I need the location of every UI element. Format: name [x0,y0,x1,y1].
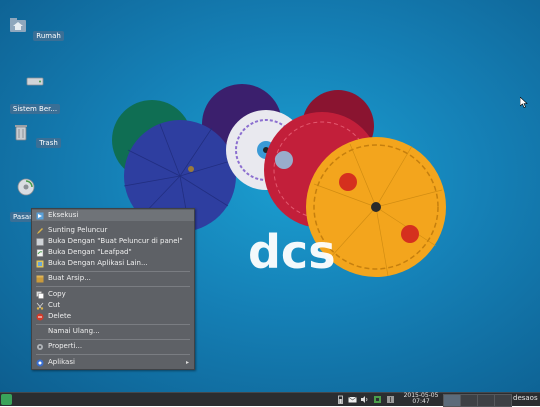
context-menu: Eksekusi Sunting Peluncur Buka Dengan "B… [31,208,195,370]
panel-clock[interactable]: 2015-05-05 07:47 [401,393,441,405]
menu-item-label: Buka Dengan "Buat Peluncur di panel" [48,237,183,245]
desktop-icon-label: Rumah [33,31,64,41]
menu-item-label: Sunting Peluncur [48,226,108,234]
cut-icon [36,302,44,310]
menu-item-buka-dengan-aplikasi-lain[interactable]: Buka Dengan Aplikasi Lain... [32,258,194,269]
workspace-1[interactable] [443,394,461,407]
menu-item-namai-ulang[interactable]: Namai Ulang... [32,326,194,337]
mouse-cursor-icon [520,97,528,108]
menu-item-delete[interactable]: Delete [32,311,194,322]
menu-item-label: Properti... [48,342,83,350]
clock-time: 07:47 [412,398,430,405]
menu-item-label: Namai Ulang... [48,327,100,335]
menu-item-label: Delete [48,312,71,320]
update-icon[interactable] [386,395,395,404]
properties-icon [37,344,43,350]
menu-item-buka-dengan-leafpad[interactable]: Buka Dengan "Leafpad" [32,247,194,258]
desktop-icon-label: Trash [36,138,61,148]
mail-icon[interactable] [348,395,357,404]
volume-icon[interactable] [360,395,369,404]
menu-separator [36,286,190,287]
menu-item-label: Copy [48,290,66,298]
workspace-3[interactable] [477,394,495,407]
panel-icon [36,238,44,246]
menu-item-buka-dengan-panel[interactable]: Buka Dengan "Buat Peluncur di panel" [32,236,194,247]
desktop-icon-trash[interactable]: Trash [6,122,66,149]
folder-home-icon [10,18,27,32]
trash-icon [15,125,28,141]
workspace-2[interactable] [460,394,478,407]
submenu-arrow-icon: ▸ [185,359,189,366]
copy-icon [36,291,44,299]
menu-item-properti[interactable]: Properti... [32,341,194,352]
edit-launcher-icon [37,228,43,234]
applications-icon [36,359,44,367]
leafpad-icon [36,249,44,257]
archive-icon [36,275,44,283]
menu-item-label: Eksekusi [48,211,79,219]
desktop-icon-home[interactable]: Rumah [6,15,66,42]
svg-text:dcs: dcs [248,225,336,279]
open-with-icon [36,260,44,268]
menu-separator [36,339,190,340]
menu-separator [36,271,190,272]
drive-icon [26,77,44,86]
menu-item-label: Buka Dengan "Leafpad" [48,248,132,256]
menu-separator [36,324,190,325]
desktop-icon-label: Sistem Ber... [9,104,61,114]
workspace-4[interactable] [494,394,512,407]
delete-icon [36,313,44,321]
battery-icon[interactable] [336,395,345,404]
menu-item-label: Buka Dengan Aplikasi Lain... [48,259,148,267]
start-menu-button[interactable] [1,394,12,405]
menu-separator [36,354,190,355]
menu-item-eksekusi[interactable]: Eksekusi [32,210,194,221]
desktop-icon-filesystem[interactable]: Sistem Ber... [5,69,65,115]
install-disc-icon [17,178,35,196]
menu-item-sunting-peluncur[interactable]: Sunting Peluncur [32,225,194,236]
menu-item-label: Cut [48,301,61,309]
menu-item-label: Aplikasi [48,358,75,366]
menu-item-cut[interactable]: Cut [32,300,194,311]
panel-username[interactable]: desaos [513,394,538,402]
network-icon[interactable] [373,395,382,404]
menu-item-copy[interactable]: Copy [32,289,194,300]
execute-icon [36,212,44,220]
menu-item-aplikasi[interactable]: Aplikasi ▸ [32,357,194,368]
menu-item-buat-arsip[interactable]: Buat Arsip... [32,273,194,284]
menu-item-label: Buat Arsip... [48,274,91,282]
bottom-panel: 2015-05-05 07:47 desaos [0,392,540,407]
